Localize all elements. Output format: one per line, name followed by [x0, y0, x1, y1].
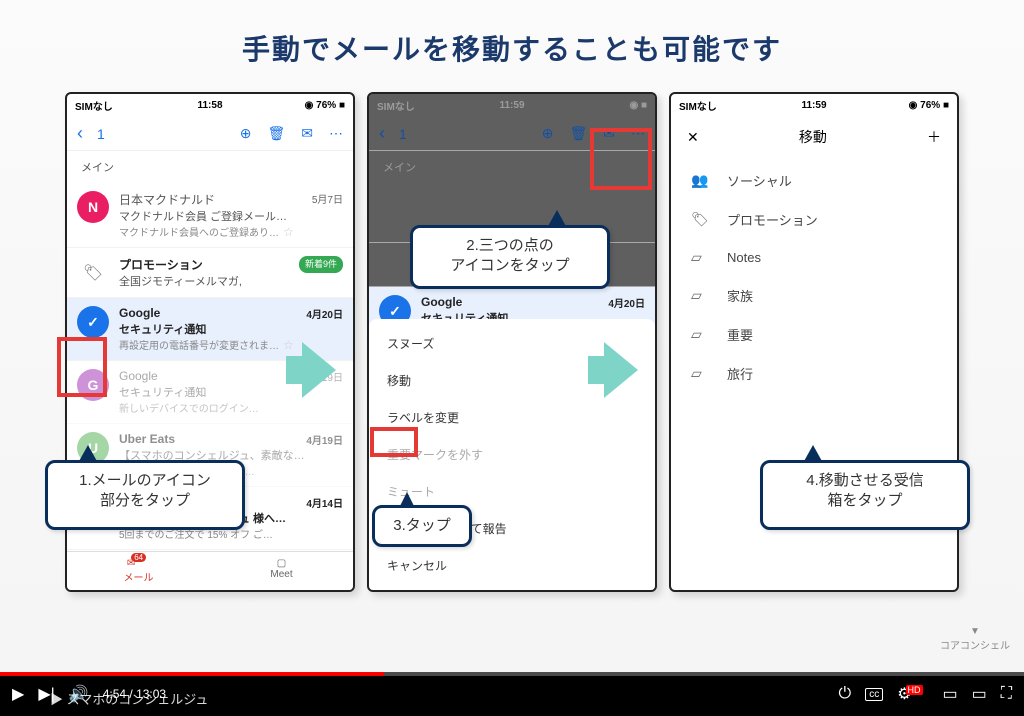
move-item-promo[interactable]: 🏷プロモーション	[671, 200, 957, 239]
callout-step-2: 2.三つの点の アイコンをタップ	[410, 225, 610, 289]
sheet-cancel[interactable]: キャンセル	[369, 547, 655, 584]
flow-arrow	[604, 342, 638, 398]
selection-count: 1	[399, 126, 407, 142]
carrier-label: SIMなし	[679, 98, 717, 113]
slide-title: 手動でメールを移動することも可能です	[0, 0, 1024, 68]
label-icon: ▱	[691, 249, 709, 266]
checkmark-avatar[interactable]: ✓	[77, 306, 109, 338]
carrier-label: SIMなし	[75, 98, 113, 113]
section-main: メイン	[67, 151, 353, 183]
fullscreen-button[interactable]: ⛶	[1001, 685, 1012, 703]
flow-arrow	[302, 342, 336, 398]
label-icon: ▱	[691, 287, 709, 304]
play-button[interactable]: ▶	[12, 684, 24, 704]
clock: 11:59	[801, 100, 826, 111]
selection-count: 1	[97, 126, 105, 142]
archive-icon[interactable]: ⊕	[240, 125, 252, 142]
tag-icon: 🏷	[77, 256, 109, 289]
captions-button[interactable]: cc	[865, 688, 883, 701]
label-icon: ▱	[691, 365, 709, 382]
mail-row[interactable]: N 日本マクドナルド5月7日 マクドナルド会員 ご登録メール… マクドナルド会員…	[67, 183, 353, 248]
tab-meet[interactable]: ▢Meet	[210, 552, 353, 590]
highlight-box-1	[57, 337, 107, 397]
back-icon[interactable]: ‹	[77, 123, 83, 144]
tab-mail[interactable]: ✉64メール	[67, 552, 210, 590]
callout-step-3: 3.タップ	[372, 505, 472, 547]
people-icon: 👥	[691, 172, 709, 189]
player-controls: ▶ ▶| 🔊 4:54 / 13:03 ▶ スマホのコンシェルジュ ⏻ cc ⚙…	[0, 672, 1024, 716]
highlight-box-3	[370, 427, 418, 457]
battery-label: ◉ 76% ■	[909, 100, 949, 111]
avatar[interactable]: N	[77, 191, 109, 223]
mail-row[interactable]: 🏷 プロモーション新着9件 全国ジモティーメルマガ,	[67, 248, 353, 298]
close-icon[interactable]: ✕	[687, 129, 699, 146]
miniplayer-button[interactable]: ▭	[943, 684, 958, 704]
mail-icon[interactable]: ✉	[301, 125, 313, 142]
star-icon[interactable]: ☆	[283, 225, 294, 239]
video-title: ▶ スマホのコンシェルジュ	[50, 689, 208, 708]
plus-icon[interactable]: ＋	[927, 127, 941, 147]
autoplay-toggle[interactable]: ⏻	[839, 685, 852, 703]
move-item-important[interactable]: ▱重要	[671, 315, 957, 354]
trash-icon[interactable]: 🗑	[569, 125, 587, 142]
clock: 11:58	[197, 100, 222, 111]
battery-label: ◉ ■	[629, 100, 647, 111]
theater-button[interactable]: ▭	[972, 684, 987, 704]
battery-label: ◉ 76% ■	[305, 100, 345, 111]
move-item-social[interactable]: 👥ソーシャル	[671, 161, 957, 200]
video-slide: 手動でメールを移動することも可能です SIMなし 11:58 ◉ 76% ■ ‹…	[0, 0, 1024, 672]
callout-step-1: 1.メールのアイコン 部分をタップ	[45, 460, 245, 530]
move-item-family[interactable]: ▱家族	[671, 276, 957, 315]
label-icon: ▱	[691, 326, 709, 343]
move-item-notes[interactable]: ▱Notes	[671, 239, 957, 276]
star-icon[interactable]: ☆	[283, 338, 294, 352]
back-icon[interactable]: ‹	[379, 123, 385, 144]
watermark-logo: ▼コアコンシェル	[940, 626, 1010, 652]
clock: 11:59	[499, 100, 524, 111]
new-badge: 新着9件	[299, 256, 343, 273]
more-icon[interactable]: ⋯	[329, 125, 343, 142]
move-item-travel[interactable]: ▱旅行	[671, 354, 957, 393]
callout-step-4: 4.移動させる受信 箱をタップ	[760, 460, 970, 530]
archive-icon[interactable]: ⊕	[542, 125, 554, 142]
move-title: 移動	[799, 127, 827, 147]
carrier-label: SIMなし	[377, 98, 415, 113]
settings-button[interactable]: ⚙HD	[897, 684, 928, 704]
tag-icon: 🏷	[691, 211, 709, 228]
trash-icon[interactable]: 🗑	[267, 125, 285, 142]
highlight-box-2	[590, 128, 652, 190]
